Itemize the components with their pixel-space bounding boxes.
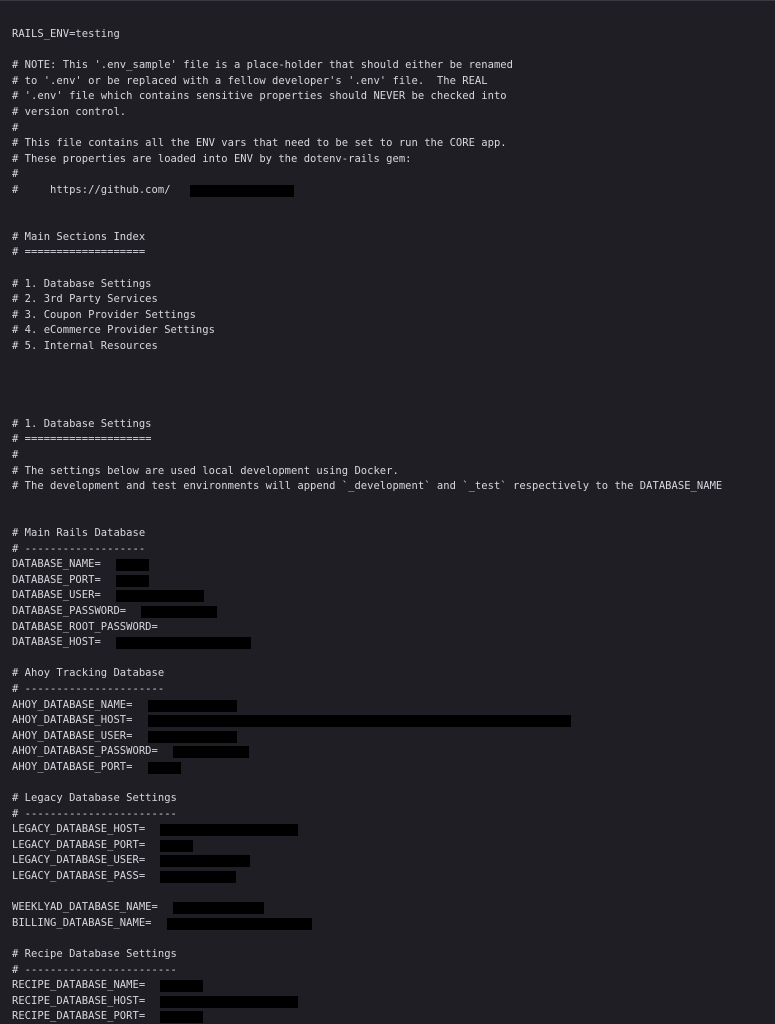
code-line: # Ahoy Tracking Database xyxy=(12,667,165,680)
code-line: # 3. Coupon Provider Settings xyxy=(12,308,196,321)
redaction-bar xyxy=(148,699,237,712)
redaction-bar xyxy=(160,839,193,852)
code-line: RECIPE_DATABASE_HOST= xyxy=(12,994,775,1010)
redaction-bar xyxy=(148,730,237,743)
redaction-bar xyxy=(141,605,217,618)
redaction-bar xyxy=(116,637,251,650)
code-line: RECIPE_DATABASE_PORT= xyxy=(12,1009,775,1024)
code-line: DATABASE_NAME= xyxy=(12,557,775,573)
code-line: AHOY_DATABASE_PORT= xyxy=(12,760,775,776)
code-line: DATABASE_HOST= xyxy=(12,635,775,651)
code-line: # to '.env' or be replaced with a fellow… xyxy=(12,74,488,87)
code-line: # https://github.com/ xyxy=(12,183,775,199)
code-line: DATABASE_ROOT_PASSWORD= xyxy=(12,620,158,633)
code-line: # ------------------------ xyxy=(12,963,177,976)
code-line: LEGACY_DATABASE_HOST= xyxy=(12,822,775,838)
redaction-bar xyxy=(173,902,264,915)
code-line: AHOY_DATABASE_USER= xyxy=(12,729,775,745)
code-line: # ---------------------- xyxy=(12,682,165,695)
redaction-bar xyxy=(160,1011,203,1024)
code-line: DATABASE_PORT= xyxy=(12,573,775,589)
editor-viewport[interactable]: RAILS_ENV=testing # NOTE: This '.env_sam… xyxy=(0,0,775,1024)
code-line: # 2. 3rd Party Services xyxy=(12,293,158,306)
code-line: # ------------------- xyxy=(12,542,146,555)
env-file-content[interactable]: RAILS_ENV=testing # NOTE: This '.env_sam… xyxy=(0,1,775,1024)
code-line: # version control. xyxy=(12,105,127,118)
code-line: # ==================== xyxy=(12,433,152,446)
redaction-bar xyxy=(148,715,571,728)
redaction-bar xyxy=(160,824,298,837)
redaction-bar xyxy=(167,917,312,930)
code-line: # 1. Database Settings xyxy=(12,417,152,430)
code-line: # This file contains all the ENV vars th… xyxy=(12,137,507,150)
code-line: LEGACY_DATABASE_USER= xyxy=(12,853,775,869)
redaction-bar xyxy=(160,855,250,868)
code-line: RAILS_ENV=testing xyxy=(12,28,120,40)
code-line: # Main Sections Index xyxy=(12,230,146,243)
redaction-bar xyxy=(160,995,298,1008)
code-line: # xyxy=(12,449,19,462)
code-line: LEGACY_DATABASE_PORT= xyxy=(12,838,775,854)
redaction-bar xyxy=(116,559,149,572)
redaction-bar xyxy=(190,184,294,197)
code-line: LEGACY_DATABASE_PASS= xyxy=(12,869,775,885)
redaction-bar xyxy=(160,980,203,993)
code-line: # xyxy=(12,168,19,181)
code-line: WEEKLYAD_DATABASE_NAME= xyxy=(12,900,775,916)
code-line: # xyxy=(12,121,19,134)
code-line: # The settings below are used local deve… xyxy=(12,464,399,477)
code-line: # NOTE: This '.env_sample' file is a pla… xyxy=(12,59,513,72)
redaction-bar xyxy=(116,574,149,587)
code-line: DATABASE_PASSWORD= xyxy=(12,604,775,620)
code-line: AHOY_DATABASE_PASSWORD= xyxy=(12,744,775,760)
code-line: BILLING_DATABASE_NAME= xyxy=(12,916,775,932)
code-line: # 1. Database Settings xyxy=(12,277,152,290)
code-line: # 5. Internal Resources xyxy=(12,339,158,352)
code-line: # Legacy Database Settings xyxy=(12,792,177,805)
code-line: # Main Rails Database xyxy=(12,527,146,539)
redaction-bar xyxy=(173,746,249,759)
redaction-bar xyxy=(148,761,181,774)
code-line: AHOY_DATABASE_HOST= xyxy=(12,713,775,729)
code-line: # The development and test environments … xyxy=(12,480,723,493)
redaction-bar xyxy=(116,590,204,603)
code-line: # =================== xyxy=(12,246,146,259)
code-line: DATABASE_USER= xyxy=(12,588,775,604)
code-line: # ------------------------ xyxy=(12,807,177,820)
code-line: # '.env' file which contains sensitive p… xyxy=(12,90,507,103)
code-line: RECIPE_DATABASE_NAME= xyxy=(12,978,775,994)
redaction-bar xyxy=(160,871,236,884)
code-line: AHOY_DATABASE_NAME= xyxy=(12,698,775,714)
code-line: # Recipe Database Settings xyxy=(12,948,177,961)
code-line: # 4. eCommerce Provider Settings xyxy=(12,324,215,337)
code-line: # These properties are loaded into ENV b… xyxy=(12,152,412,165)
